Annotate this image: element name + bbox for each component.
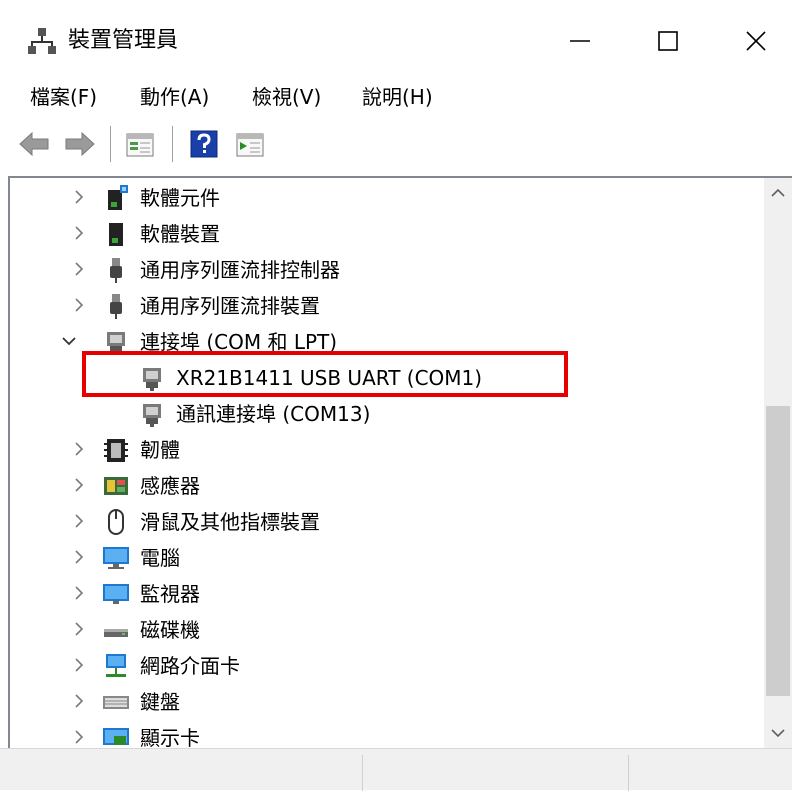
usb-device-icon (110, 294, 122, 319)
tree-item-monitors[interactable]: 監視器 (10, 576, 764, 612)
menu-view[interactable]: 檢視(V) (252, 78, 321, 116)
forward-icon (65, 131, 95, 157)
maximize-button[interactable] (636, 16, 700, 66)
chevron-down-icon (771, 729, 785, 738)
tree-item-usb-devices[interactable]: 通用序列匯流排裝置 (10, 288, 764, 324)
chevron-right-icon[interactable] (70, 224, 88, 242)
software-device-icon (109, 223, 123, 246)
tree-item-label: 通訊連接埠 (COM13) (176, 402, 371, 426)
scroll-down-button[interactable] (764, 718, 792, 748)
status-divider (628, 755, 629, 791)
port-icon (143, 404, 161, 427)
help-button[interactable] (188, 128, 220, 160)
display-adapter-icon (103, 728, 129, 745)
menu-bar: 檔案(F) 動作(A) 檢視(V) 說明(H) (0, 78, 792, 116)
chevron-right-icon[interactable] (70, 188, 88, 206)
tree-item-disk-drives[interactable]: 磁碟機 (10, 612, 764, 648)
tree-item-label: XR21B1411 USB UART (COM1) (176, 366, 483, 390)
firmware-icon (104, 439, 128, 462)
menu-help[interactable]: 說明(H) (362, 78, 433, 116)
tree-item-label: 網路介面卡 (140, 654, 240, 678)
tree-item-label: 磁碟機 (140, 618, 200, 642)
tree-item-usb-controllers[interactable]: 通用序列匯流排控制器 (10, 252, 764, 288)
tree-item-label: 滑鼠及其他指標裝置 (140, 510, 320, 534)
chevron-right-icon[interactable] (70, 548, 88, 566)
close-button[interactable] (724, 16, 788, 66)
chevron-right-icon[interactable] (70, 512, 88, 530)
tree-item-keyboards[interactable]: 鍵盤 (10, 684, 764, 720)
status-bar (0, 748, 792, 791)
tree-item-label: 電腦 (140, 546, 180, 570)
menu-action[interactable]: 動作(A) (140, 78, 209, 116)
back-button[interactable] (18, 128, 50, 160)
computer-icon (103, 547, 129, 569)
tree-item-label: 感應器 (140, 474, 200, 498)
toolbar (0, 116, 792, 170)
update-driver-icon (236, 133, 264, 157)
status-divider (362, 755, 363, 791)
tree-item-computer[interactable]: 電腦 (10, 540, 764, 576)
tree-item-label: 韌體 (140, 438, 180, 462)
tree-item-software-components[interactable]: 軟體元件 (10, 180, 764, 216)
menu-file[interactable]: 檔案(F) (30, 78, 97, 116)
tree-item-software-devices[interactable]: 軟體裝置 (10, 216, 764, 252)
tree-item-network-adapters[interactable]: 網路介面卡 (10, 648, 764, 684)
toolbar-separator (110, 126, 111, 162)
help-icon (190, 130, 218, 158)
mouse-icon (108, 509, 124, 535)
chevron-right-icon[interactable] (70, 620, 88, 638)
minimize-button[interactable] (548, 16, 612, 66)
usb-controller-icon (110, 258, 122, 283)
tree-item-label: 監視器 (140, 582, 200, 606)
chevron-up-icon (771, 188, 785, 197)
scroll-up-button[interactable] (764, 178, 792, 208)
tree-item-display-adapters[interactable]: 顯示卡 (10, 720, 764, 748)
back-icon (19, 131, 49, 157)
tree-item-label: 顯示卡 (140, 726, 200, 748)
chevron-right-icon[interactable] (70, 296, 88, 314)
chevron-right-icon[interactable] (70, 476, 88, 494)
monitor-icon (103, 584, 129, 604)
maximize-icon (658, 31, 678, 51)
device-tree: 軟體元件 軟體裝置 通用序列匯流排控制器 通用序列匯流排裝置 連接埠 (COM … (8, 176, 792, 748)
chevron-right-icon[interactable] (70, 656, 88, 674)
disk-drive-icon (104, 629, 128, 637)
chevron-right-icon[interactable] (70, 584, 88, 602)
tree-item-label: 通用序列匯流排裝置 (140, 294, 320, 318)
minimize-icon (570, 40, 590, 42)
tree-item-label: 軟體裝置 (140, 222, 220, 246)
tree-item-label: 鍵盤 (140, 690, 180, 714)
tree-item-ports[interactable]: 連接埠 (COM 和 LPT) (10, 324, 764, 360)
keyboard-icon (103, 696, 129, 709)
port-icon (143, 368, 161, 391)
chevron-down-icon[interactable] (60, 332, 78, 350)
update-driver-button[interactable] (234, 128, 266, 160)
network-adapter-icon (106, 654, 126, 677)
tree-item-sensors[interactable]: 感應器 (10, 468, 764, 504)
port-icon (107, 332, 125, 355)
tree-item-label: 軟體元件 (140, 186, 220, 210)
chevron-right-icon[interactable] (70, 440, 88, 458)
forward-button[interactable] (64, 128, 96, 160)
tree-item-com13[interactable]: 通訊連接埠 (COM13) (10, 396, 764, 432)
title-bar: 裝置管理員 (0, 0, 792, 78)
properties-button[interactable] (124, 128, 156, 160)
software-component-icon (108, 185, 128, 210)
close-icon (746, 31, 766, 51)
tree-item-mice[interactable]: 滑鼠及其他指標裝置 (10, 504, 764, 540)
tree-item-label: 通用序列匯流排控制器 (140, 258, 340, 282)
chevron-right-icon[interactable] (70, 260, 88, 278)
tree-item-xr21b1411[interactable]: XR21B1411 USB UART (COM1) (10, 360, 764, 396)
scrollbar-thumb[interactable] (766, 406, 790, 696)
tree-item-firmware[interactable]: 韌體 (10, 432, 764, 468)
vertical-scrollbar[interactable] (764, 178, 792, 748)
properties-icon (126, 133, 154, 157)
tree-item-label: 連接埠 (COM 和 LPT) (140, 330, 338, 354)
chevron-right-icon[interactable] (70, 692, 88, 710)
device-manager-icon (28, 28, 56, 54)
window-title: 裝置管理員 (68, 28, 179, 53)
chevron-right-icon[interactable] (70, 728, 88, 746)
toolbar-separator (172, 126, 173, 162)
sensor-icon (104, 477, 128, 495)
